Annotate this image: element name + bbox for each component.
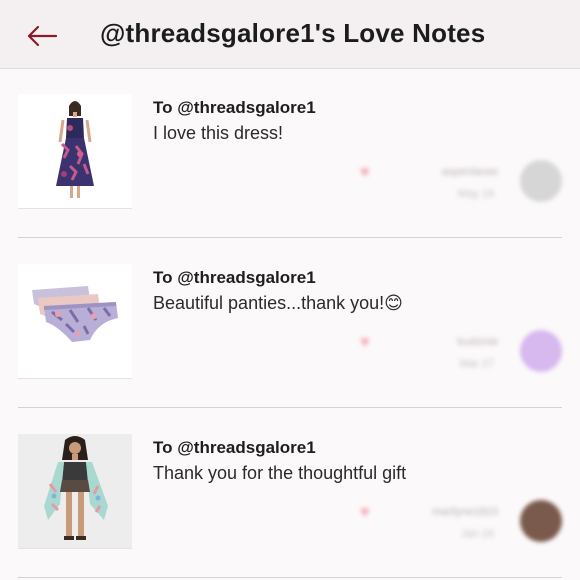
love-note-item[interactable]: To @threadsgalore1 I love this dress! ♥ … — [18, 68, 562, 238]
page-title: @threadsgalore1's Love Notes — [100, 18, 486, 48]
sender-avatar[interactable] — [520, 500, 562, 542]
note-meta: ♥ kudzinie Mar 27 — [300, 332, 500, 382]
product-image-dress[interactable] — [18, 94, 132, 209]
love-note-item[interactable]: To @threadsgalore1 Thank you for the tho… — [18, 408, 562, 578]
heart-icon: ♥ — [360, 334, 370, 351]
note-date: Jan 24 — [460, 528, 494, 540]
back-button[interactable] — [22, 18, 62, 54]
product-image-kimono[interactable] — [18, 434, 132, 549]
note-message: Beautiful panties...thank you!😊 — [153, 293, 403, 313]
heart-icon: ♥ — [360, 504, 370, 521]
top-bar: @threadsgalore1's Love Notes — [0, 0, 580, 69]
sender-avatar[interactable] — [520, 160, 562, 202]
note-date: May 16 — [457, 188, 494, 200]
note-meta: ♥ aspenlacee May 16 — [300, 162, 500, 212]
divider — [18, 577, 562, 578]
note-sender[interactable]: aspenlacee — [380, 166, 498, 178]
note-sender[interactable]: marilyne1823 — [380, 506, 498, 518]
note-recipient[interactable]: To @threadsgalore1 — [153, 438, 316, 458]
note-meta: ♥ marilyne1823 Jan 24 — [300, 502, 500, 552]
heart-icon: ♥ — [360, 164, 370, 181]
note-message: I love this dress! — [153, 123, 284, 143]
note-recipient[interactable]: To @threadsgalore1 — [153, 268, 316, 288]
note-message: Thank you for the thoughtful gift — [153, 463, 407, 483]
product-image-panties[interactable] — [18, 264, 132, 379]
arrow-left-icon — [27, 25, 58, 47]
note-recipient[interactable]: To @threadsgalore1 — [153, 98, 316, 118]
note-date: Mar 27 — [459, 358, 494, 370]
note-sender[interactable]: kudzinie — [380, 336, 498, 348]
sender-avatar[interactable] — [520, 330, 562, 372]
love-note-item[interactable]: To @threadsgalore1 Beautiful panties...t… — [18, 238, 562, 408]
